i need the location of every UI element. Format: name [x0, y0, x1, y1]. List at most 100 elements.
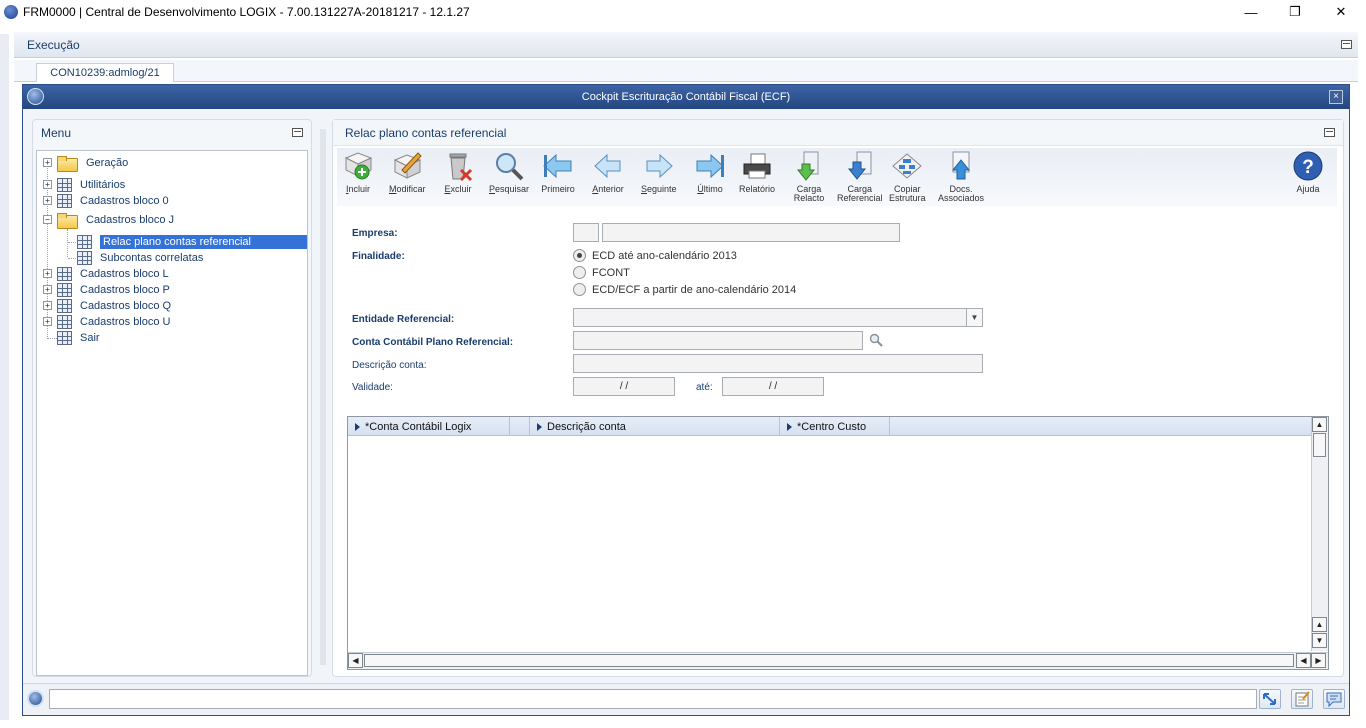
- primeiro-button[interactable]: Primeiro: [541, 150, 575, 204]
- trash-icon: [449, 153, 473, 182]
- tree-item-cadastros-bloco-u[interactable]: Cadastros bloco U: [57, 314, 171, 330]
- minimize-button[interactable]: —: [1228, 0, 1274, 24]
- conta-label: Conta Contábil Plano Referencial:: [352, 337, 514, 348]
- scroll-page-up-icon[interactable]: ▲: [1312, 617, 1327, 632]
- menu-tree: + Geração + Utilitários + Cadastros bloc…: [36, 150, 308, 676]
- tree-item-geracao[interactable]: Geração: [57, 155, 128, 172]
- expander-icon[interactable]: +: [43, 269, 52, 278]
- finalidade-radio-fcont[interactable]: FCONT: [573, 266, 630, 279]
- scroll-left-icon[interactable]: ◀: [348, 653, 363, 668]
- empresa-code-field[interactable]: [573, 223, 599, 242]
- tree-item-cadastros-bloco-j[interactable]: Cadastros bloco J: [57, 212, 174, 229]
- folder-open-icon: [57, 213, 78, 229]
- tree-item-cadastros-bloco-l[interactable]: Cadastros bloco L: [57, 266, 169, 282]
- tree-item-relac-plano-contas[interactable]: Relac plano contas referencial: [77, 234, 307, 250]
- zoom-lookup-icon[interactable]: [869, 333, 883, 347]
- search-icon: [496, 153, 524, 181]
- scroll-thumb[interactable]: [1313, 433, 1326, 457]
- conta-field[interactable]: [573, 331, 863, 350]
- grid-vertical-scrollbar[interactable]: ▲ ▲ ▼: [1311, 417, 1328, 651]
- tree-item-subcontas-correlatas[interactable]: Subcontas correlatas: [77, 250, 203, 266]
- seguinte-button[interactable]: Seguinte: [641, 150, 677, 204]
- pesquisar-button[interactable]: Pesquisar: [489, 150, 529, 204]
- radio-icon: [573, 283, 586, 296]
- tree-item-utilitarios[interactable]: Utilitários: [57, 177, 125, 193]
- ajuda-button[interactable]: ? Ajuda: [1291, 150, 1325, 204]
- entidade-combo[interactable]: ▼: [573, 308, 983, 327]
- tab-strip: CON10239:admlog/21: [14, 60, 1358, 82]
- carga-referencial-button[interactable]: Carga Referencial: [837, 150, 883, 204]
- expander-icon[interactable]: +: [43, 301, 52, 310]
- expander-icon[interactable]: +: [43, 180, 52, 189]
- close-button[interactable]: ✕: [1318, 0, 1364, 24]
- restore-button[interactable]: ❐: [1272, 0, 1318, 24]
- grid-icon: [57, 194, 72, 208]
- tab-con10239[interactable]: CON10239:admlog/21: [36, 63, 174, 82]
- content-title: Relac plano contas referencial: [345, 125, 507, 140]
- grid-icon: [57, 299, 72, 313]
- ultimo-button[interactable]: Último: [693, 150, 727, 204]
- grid-col-centro-custo[interactable]: *Centro Custo: [780, 417, 890, 436]
- scroll-right-icon[interactable]: ▶: [1311, 653, 1326, 668]
- previous-record-icon: [594, 153, 621, 179]
- chat-icon[interactable]: [1323, 689, 1345, 709]
- tree-item-cadastros-bloco-0[interactable]: Cadastros bloco 0: [57, 193, 169, 209]
- grid-icon: [57, 331, 72, 345]
- grid-icon: [77, 235, 92, 249]
- tree-item-cadastros-bloco-q[interactable]: Cadastros bloco Q: [57, 298, 171, 314]
- expander-icon[interactable]: +: [43, 317, 52, 326]
- attached-docs-icon: [951, 151, 971, 180]
- expander-icon[interactable]: +: [43, 196, 52, 205]
- content-minimize-icon[interactable]: [1324, 128, 1335, 137]
- status-message-field: [49, 689, 1257, 709]
- anterior-button[interactable]: Anterior: [591, 150, 625, 204]
- load-reference-icon: [847, 151, 872, 180]
- edit-icon: [394, 152, 422, 179]
- scroll-down-icon[interactable]: ▼: [1312, 633, 1327, 648]
- menu-minimize-icon[interactable]: [292, 128, 303, 137]
- validade-label: Validade:: [352, 382, 393, 393]
- relac-grid[interactable]: *Conta Contábil Logix Descrição conta *C…: [347, 416, 1329, 670]
- copiar-estrutura-button[interactable]: Copiar Estrutura: [889, 150, 926, 204]
- empresa-label: Empresa:: [352, 228, 398, 239]
- carga-relacto-button[interactable]: Carga Relacto: [792, 150, 826, 204]
- execution-minimize-icon[interactable]: [1341, 40, 1352, 49]
- grid-horizontal-scrollbar[interactable]: ◀ ◀ ▶: [348, 652, 1328, 669]
- modificar-button[interactable]: Modificar: [389, 150, 426, 204]
- notepad-icon[interactable]: [1291, 689, 1313, 709]
- incluir-button[interactable]: Incluir: [341, 150, 375, 204]
- tree-item-cadastros-bloco-p[interactable]: Cadastros bloco P: [57, 282, 170, 298]
- resize-icon[interactable]: [1259, 689, 1281, 709]
- window-close-button[interactable]: ×: [1329, 90, 1343, 104]
- toolbar: Incluir Modificar Excluir Pesquisar Prim…: [337, 148, 1337, 206]
- validade-to-field[interactable]: / /: [722, 377, 824, 396]
- empresa-name-field[interactable]: [602, 223, 900, 242]
- grid-col-descricao[interactable]: Descrição conta: [530, 417, 780, 436]
- sort-arrow-icon: [787, 422, 792, 431]
- radio-icon: [573, 266, 586, 279]
- relatorio-button[interactable]: Relatório: [739, 150, 775, 204]
- radio-selected-icon: [573, 249, 586, 262]
- tree-item-sair[interactable]: Sair: [57, 330, 100, 346]
- validade-from-field[interactable]: / /: [573, 377, 675, 396]
- grid-icon: [57, 315, 72, 329]
- finalidade-radio-ecd-ecf-2014[interactable]: ECD/ECF a partir de ano-calendário 2014: [573, 283, 796, 296]
- scroll-up-icon[interactable]: ▲: [1312, 417, 1327, 432]
- docs-associados-button[interactable]: Docs. Associados: [938, 150, 984, 204]
- expander-icon[interactable]: +: [43, 285, 52, 294]
- menu-header: Menu: [33, 120, 311, 146]
- grid-icon: [57, 283, 72, 297]
- hscroll-thumb[interactable]: [364, 654, 1294, 667]
- sort-arrow-icon: [537, 422, 542, 431]
- finalidade-radio-ecd-2013[interactable]: ECD até ano-calendário 2013: [573, 249, 737, 262]
- excluir-button[interactable]: Excluir: [441, 150, 475, 204]
- window-titlebar: Cockpit Escrituração Contábil Fiscal (EC…: [23, 85, 1349, 109]
- scroll-right-start-icon[interactable]: ◀: [1296, 653, 1311, 668]
- content-panel: Relac plano contas referencial Incluir M…: [332, 119, 1344, 677]
- descricao-field[interactable]: [573, 354, 983, 373]
- panel-splitter[interactable]: [320, 129, 326, 665]
- grid-col-conta[interactable]: *Conta Contábil Logix: [348, 417, 510, 436]
- expander-icon[interactable]: −: [43, 215, 52, 224]
- chevron-down-icon[interactable]: ▼: [966, 309, 982, 326]
- expander-icon[interactable]: +: [43, 158, 52, 167]
